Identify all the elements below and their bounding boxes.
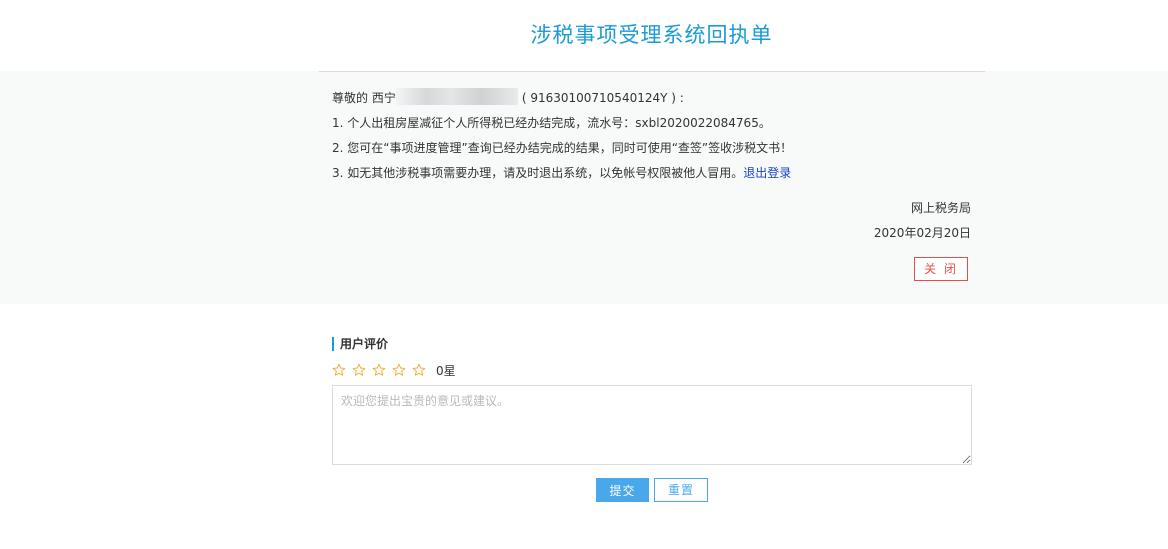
receipt-date: 2020年02月20日 bbox=[873, 226, 971, 240]
reset-button[interactable]: 重置 bbox=[654, 478, 708, 502]
receipt-panel: 尊敬的 西宁 ( 91630100710540124Y ) : 1. 个人出租房屋… bbox=[0, 71, 1168, 304]
star-icon[interactable] bbox=[392, 363, 406, 377]
star-icon[interactable] bbox=[352, 363, 366, 377]
receipt-line-3-text: 3. 如无其他涉税事项需要办理，请及时退出系统，以免帐号权限被他人冒用。 bbox=[332, 166, 744, 180]
receipt-body: 尊敬的 西宁 ( 91630100710540124Y ) : 1. 个人出租房屋… bbox=[332, 86, 972, 186]
rating-count: 0星 bbox=[436, 363, 456, 378]
greeting-line: 尊敬的 西宁 ( 91630100710540124Y ) : bbox=[332, 86, 972, 111]
tax-office: 网上税务局 bbox=[910, 201, 971, 215]
submit-button[interactable]: 提交 bbox=[596, 478, 649, 502]
receipt-line-2: 2. 您可在“事项进度管理”查询已经办结完成的结果，同时可使用“查签”签收涉税文… bbox=[332, 141, 793, 155]
receipt-line-3: 3. 如无其他涉税事项需要办理，请及时退出系统，以免帐号权限被他人冒用。退出登录 bbox=[332, 161, 972, 186]
redacted-name bbox=[395, 88, 518, 105]
star-icon[interactable] bbox=[372, 363, 386, 377]
star-rating: 0星 bbox=[332, 360, 972, 380]
taxpayer-id: ( 91630100710540124Y ) : bbox=[521, 91, 684, 105]
close-button[interactable]: 关 闭 bbox=[914, 257, 968, 281]
receipt-line-1: 1. 个人出租房屋减征个人所得税已经办结完成，流水号：sxbl202002208… bbox=[332, 116, 771, 130]
review-section: 用户评价 0星 bbox=[332, 337, 972, 465]
logout-link[interactable]: 退出登录 bbox=[743, 166, 791, 180]
page-title: 涉税事项受理系统回执单 bbox=[530, 23, 773, 47]
greeting-prefix: 尊敬的 西宁 bbox=[332, 91, 396, 105]
star-icon[interactable] bbox=[412, 363, 426, 377]
review-input[interactable] bbox=[332, 385, 972, 465]
review-heading: 用户评价 bbox=[332, 337, 972, 351]
signature-block: 网上税务局 2020年02月20日 bbox=[874, 196, 971, 246]
star-icon[interactable] bbox=[332, 363, 346, 377]
divider bbox=[319, 71, 985, 72]
